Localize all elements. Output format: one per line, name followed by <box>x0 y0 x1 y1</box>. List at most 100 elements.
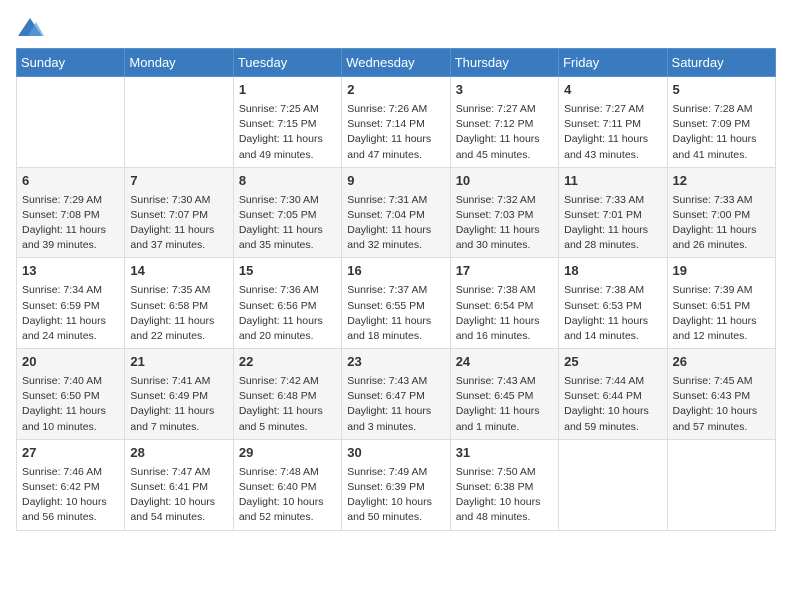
calendar-week-3: 13Sunrise: 7:34 AM Sunset: 6:59 PM Dayli… <box>17 258 776 349</box>
calendar-cell: 7Sunrise: 7:30 AM Sunset: 7:07 PM Daylig… <box>125 167 233 258</box>
day-info: Sunrise: 7:26 AM Sunset: 7:14 PM Dayligh… <box>347 102 444 163</box>
day-number: 8 <box>239 172 336 191</box>
calendar-cell: 29Sunrise: 7:48 AM Sunset: 6:40 PM Dayli… <box>233 439 341 530</box>
calendar-week-4: 20 Sunrise: 7:40 AM Sunset: 6:50 PM Dayli… <box>17 349 776 440</box>
day-number: 24 <box>456 353 553 372</box>
page-header <box>16 16 776 40</box>
day-number: 11 <box>564 172 661 191</box>
calendar-cell: 27 Sunrise: 7:46 AM Sunset: 6:42 PM Dayli… <box>17 439 125 530</box>
day-info: Sunrise: 7:30 AM Sunset: 7:07 PM Dayligh… <box>130 193 227 254</box>
day-info: Sunrise: 7:27 AM Sunset: 7:12 PM Dayligh… <box>456 102 553 163</box>
day-number: 15 <box>239 262 336 281</box>
day-info: Sunrise: 7:44 AM Sunset: 6:44 PM Dayligh… <box>564 374 661 435</box>
calendar-cell: 10 Sunrise: 7:32 AM Sunset: 7:03 PM Dayli… <box>450 167 558 258</box>
calendar-cell: 20 Sunrise: 7:40 AM Sunset: 6:50 PM Dayli… <box>17 349 125 440</box>
day-info: Sunrise: 7:38 AM Sunset: 6:54 PM Dayligh… <box>456 283 553 344</box>
calendar-cell: 31 Sunrise: 7:50 AM Sunset: 6:38 PM Dayli… <box>450 439 558 530</box>
calendar-cell: 23 Sunrise: 7:43 AM Sunset: 6:47 PM Dayli… <box>342 349 450 440</box>
day-number: 23 <box>347 353 444 372</box>
day-info: Sunrise: 7:29 AM Sunset: 7:08 PM Dayligh… <box>22 193 119 254</box>
calendar-cell: 17Sunrise: 7:38 AM Sunset: 6:54 PM Dayli… <box>450 258 558 349</box>
day-info: Sunrise: 7:34 AM Sunset: 6:59 PM Dayligh… <box>22 283 119 344</box>
day-number: 22 <box>239 353 336 372</box>
day-info: Sunrise: 7:42 AM Sunset: 6:48 PM Dayligh… <box>239 374 336 435</box>
day-number: 28 <box>130 444 227 463</box>
day-info: Sunrise: 7:47 AM Sunset: 6:41 PM Dayligh… <box>130 465 227 526</box>
calendar-table: SundayMondayTuesdayWednesdayThursdayFrid… <box>16 48 776 531</box>
calendar-cell: 16 Sunrise: 7:37 AM Sunset: 6:55 PM Dayli… <box>342 258 450 349</box>
logo <box>16 16 48 40</box>
day-number: 20 <box>22 353 119 372</box>
day-info: Sunrise: 7:40 AM Sunset: 6:50 PM Dayligh… <box>22 374 119 435</box>
day-info: Sunrise: 7:28 AM Sunset: 7:09 PM Dayligh… <box>673 102 770 163</box>
calendar-cell: 24 Sunrise: 7:43 AM Sunset: 6:45 PM Dayli… <box>450 349 558 440</box>
calendar-week-2: 6 Sunrise: 7:29 AM Sunset: 7:08 PM Daylig… <box>17 167 776 258</box>
calendar-cell <box>125 77 233 168</box>
calendar-cell: 1 Sunrise: 7:25 AM Sunset: 7:15 PM Daylig… <box>233 77 341 168</box>
day-info: Sunrise: 7:33 AM Sunset: 7:01 PM Dayligh… <box>564 193 661 254</box>
day-info: Sunrise: 7:37 AM Sunset: 6:55 PM Dayligh… <box>347 283 444 344</box>
calendar-week-5: 27 Sunrise: 7:46 AM Sunset: 6:42 PM Dayli… <box>17 439 776 530</box>
day-header-sunday: Sunday <box>17 49 125 77</box>
calendar-cell: 28 Sunrise: 7:47 AM Sunset: 6:41 PM Dayli… <box>125 439 233 530</box>
calendar-cell: 9 Sunrise: 7:31 AM Sunset: 7:04 PM Daylig… <box>342 167 450 258</box>
day-header-thursday: Thursday <box>450 49 558 77</box>
calendar-cell: 4Sunrise: 7:27 AM Sunset: 7:11 PM Daylig… <box>559 77 667 168</box>
calendar-cell: 5Sunrise: 7:28 AM Sunset: 7:09 PM Daylig… <box>667 77 775 168</box>
day-number: 10 <box>456 172 553 191</box>
calendar-week-1: 1 Sunrise: 7:25 AM Sunset: 7:15 PM Daylig… <box>17 77 776 168</box>
day-info: Sunrise: 7:43 AM Sunset: 6:45 PM Dayligh… <box>456 374 553 435</box>
calendar-cell: 11 Sunrise: 7:33 AM Sunset: 7:01 PM Dayli… <box>559 167 667 258</box>
day-header-tuesday: Tuesday <box>233 49 341 77</box>
day-info: Sunrise: 7:36 AM Sunset: 6:56 PM Dayligh… <box>239 283 336 344</box>
day-info: Sunrise: 7:32 AM Sunset: 7:03 PM Dayligh… <box>456 193 553 254</box>
day-info: Sunrise: 7:25 AM Sunset: 7:15 PM Dayligh… <box>239 102 336 163</box>
day-info: Sunrise: 7:45 AM Sunset: 6:43 PM Dayligh… <box>673 374 770 435</box>
day-number: 21 <box>130 353 227 372</box>
calendar-cell: 8 Sunrise: 7:30 AM Sunset: 7:05 PM Daylig… <box>233 167 341 258</box>
calendar-cell: 25 Sunrise: 7:44 AM Sunset: 6:44 PM Dayli… <box>559 349 667 440</box>
calendar-cell <box>667 439 775 530</box>
day-info: Sunrise: 7:48 AM Sunset: 6:40 PM Dayligh… <box>239 465 336 526</box>
day-info: Sunrise: 7:39 AM Sunset: 6:51 PM Dayligh… <box>673 283 770 344</box>
day-info: Sunrise: 7:35 AM Sunset: 6:58 PM Dayligh… <box>130 283 227 344</box>
day-header-friday: Friday <box>559 49 667 77</box>
calendar-cell: 22 Sunrise: 7:42 AM Sunset: 6:48 PM Dayli… <box>233 349 341 440</box>
day-info: Sunrise: 7:38 AM Sunset: 6:53 PM Dayligh… <box>564 283 661 344</box>
day-info: Sunrise: 7:30 AM Sunset: 7:05 PM Dayligh… <box>239 193 336 254</box>
calendar-cell: 15 Sunrise: 7:36 AM Sunset: 6:56 PM Dayli… <box>233 258 341 349</box>
calendar-cell: 3 Sunrise: 7:27 AM Sunset: 7:12 PM Daylig… <box>450 77 558 168</box>
calendar-cell <box>17 77 125 168</box>
day-info: Sunrise: 7:49 AM Sunset: 6:39 PM Dayligh… <box>347 465 444 526</box>
calendar-cell: 18 Sunrise: 7:38 AM Sunset: 6:53 PM Dayli… <box>559 258 667 349</box>
day-number: 25 <box>564 353 661 372</box>
calendar-cell: 21Sunrise: 7:41 AM Sunset: 6:49 PM Dayli… <box>125 349 233 440</box>
day-number: 19 <box>673 262 770 281</box>
calendar-cell: 12 Sunrise: 7:33 AM Sunset: 7:00 PM Dayli… <box>667 167 775 258</box>
day-number: 4 <box>564 81 661 100</box>
calendar-cell: 19 Sunrise: 7:39 AM Sunset: 6:51 PM Dayli… <box>667 258 775 349</box>
calendar-cell: 6 Sunrise: 7:29 AM Sunset: 7:08 PM Daylig… <box>17 167 125 258</box>
day-number: 3 <box>456 81 553 100</box>
day-info: Sunrise: 7:46 AM Sunset: 6:42 PM Dayligh… <box>22 465 119 526</box>
day-info: Sunrise: 7:43 AM Sunset: 6:47 PM Dayligh… <box>347 374 444 435</box>
day-number: 27 <box>22 444 119 463</box>
day-number: 9 <box>347 172 444 191</box>
day-info: Sunrise: 7:31 AM Sunset: 7:04 PM Dayligh… <box>347 193 444 254</box>
day-number: 2 <box>347 81 444 100</box>
day-info: Sunrise: 7:33 AM Sunset: 7:00 PM Dayligh… <box>673 193 770 254</box>
logo-icon <box>16 16 44 40</box>
calendar-cell: 26Sunrise: 7:45 AM Sunset: 6:43 PM Dayli… <box>667 349 775 440</box>
day-info: Sunrise: 7:50 AM Sunset: 6:38 PM Dayligh… <box>456 465 553 526</box>
day-header-monday: Monday <box>125 49 233 77</box>
calendar-cell <box>559 439 667 530</box>
day-number: 6 <box>22 172 119 191</box>
day-number: 18 <box>564 262 661 281</box>
calendar-cell: 14Sunrise: 7:35 AM Sunset: 6:58 PM Dayli… <box>125 258 233 349</box>
day-number: 1 <box>239 81 336 100</box>
calendar-header: SundayMondayTuesdayWednesdayThursdayFrid… <box>17 49 776 77</box>
day-number: 16 <box>347 262 444 281</box>
calendar-cell: 30Sunrise: 7:49 AM Sunset: 6:39 PM Dayli… <box>342 439 450 530</box>
day-number: 31 <box>456 444 553 463</box>
day-number: 12 <box>673 172 770 191</box>
